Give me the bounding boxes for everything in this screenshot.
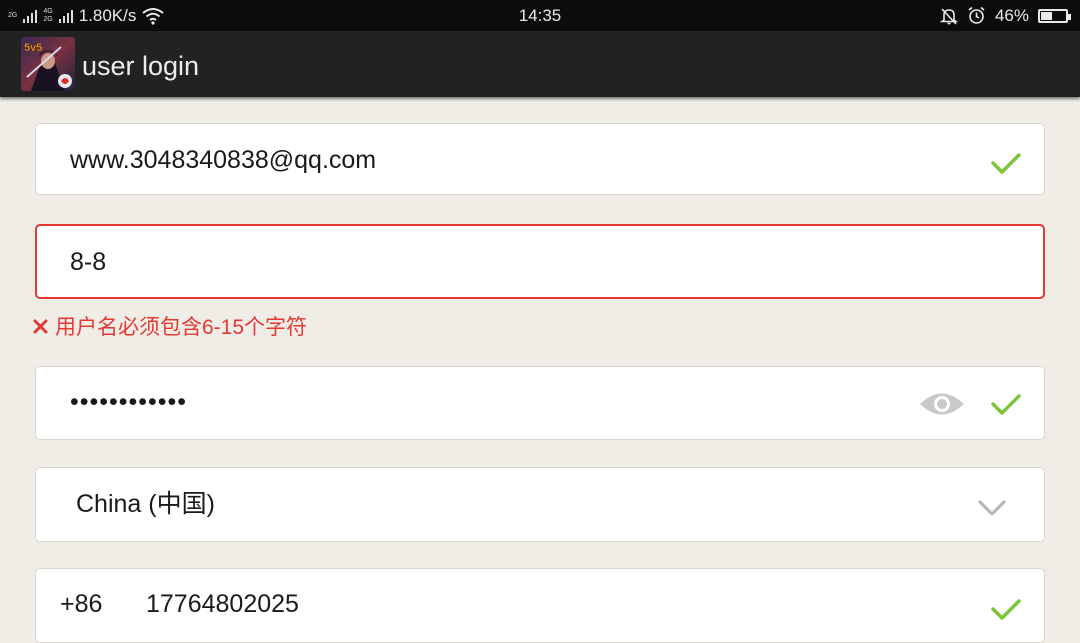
error-text: 用户名必须包含6-15个字符 — [55, 316, 308, 339]
app-bar: 5v5 user login — [0, 31, 1080, 97]
alarm-icon — [968, 6, 985, 24]
chevron-down-icon[interactable] — [978, 499, 1006, 517]
page-title: user login — [82, 51, 200, 81]
email-field[interactable]: www.3048340838@qq.com — [35, 123, 1045, 195]
status-bar: 2G 4G 2G 1.80K/s 14:35 46% — [0, 0, 1080, 31]
show-password-eye-icon[interactable] — [918, 389, 966, 419]
phone-code[interactable]: +86 — [60, 569, 102, 642]
status-time: 14:35 — [518, 6, 562, 25]
username-value[interactable]: 8-8 — [70, 226, 106, 299]
valid-check-icon — [991, 599, 1021, 620]
password-value[interactable]: •••••••••••• — [70, 367, 187, 439]
username-error-message: 用户名必须包含6-15个字符 — [33, 312, 307, 340]
battery-icon — [1038, 8, 1071, 23]
bell-mute-icon — [939, 7, 958, 25]
phone-field[interactable]: +86 17764802025 — [35, 568, 1045, 643]
battery-percent: 46% — [994, 5, 1029, 25]
country-select[interactable]: China (中国) — [35, 467, 1045, 542]
status-right: 46% — [939, 0, 1071, 31]
username-field[interactable]: 8-8 — [35, 224, 1045, 299]
phone-number[interactable]: 17764802025 — [146, 569, 299, 642]
battery-level — [1041, 11, 1052, 20]
valid-check-icon — [991, 153, 1021, 174]
app-logo-text: 5v5 — [24, 42, 42, 54]
country-value[interactable]: China (中国) — [76, 468, 215, 541]
valid-check-icon — [991, 394, 1021, 415]
error-x-icon — [33, 319, 48, 333]
password-field[interactable]: •••••••••••• — [35, 366, 1045, 440]
email-value[interactable]: www.3048340838@qq.com — [70, 124, 376, 196]
app-logo-icon: 5v5 — [21, 37, 75, 91]
